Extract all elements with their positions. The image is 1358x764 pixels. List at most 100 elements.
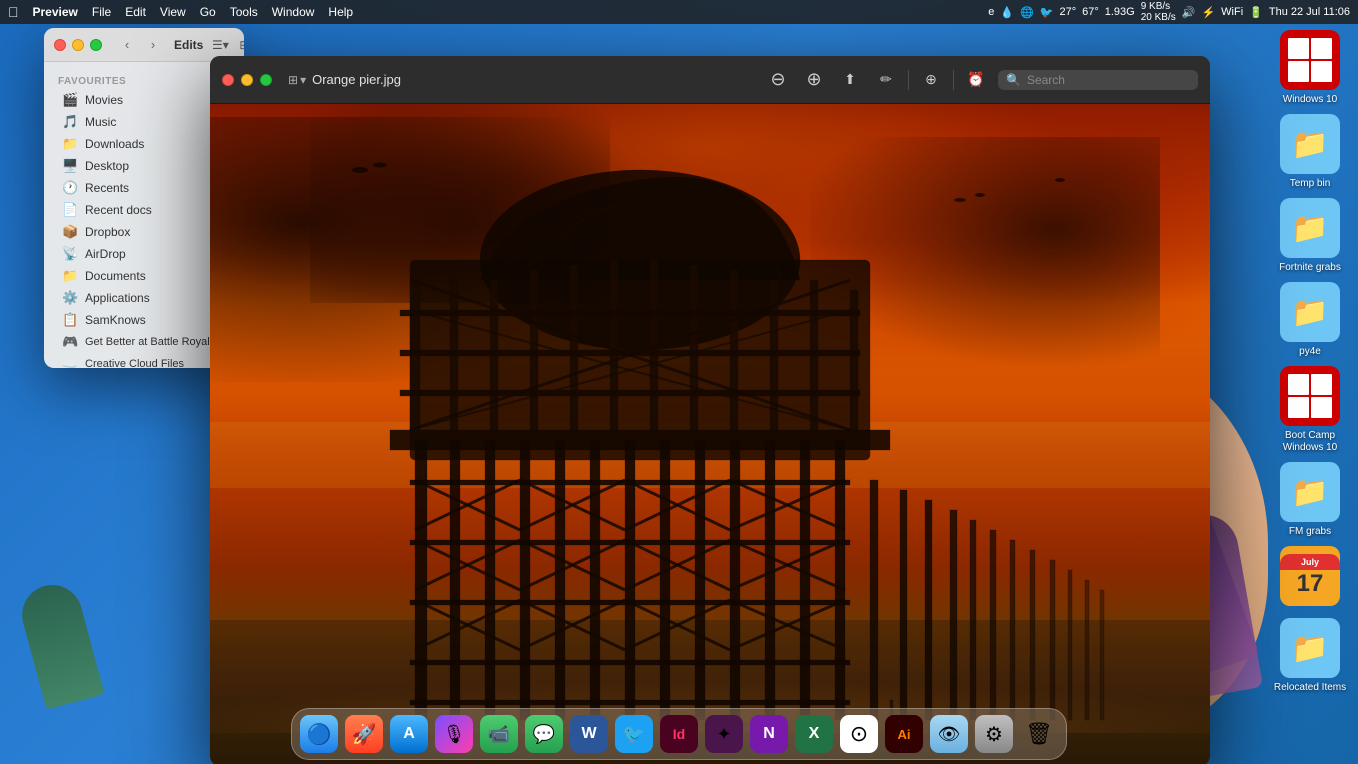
menu-file[interactable]: File	[92, 5, 111, 19]
menu-edit[interactable]: Edit	[125, 5, 146, 19]
preview-search-bar[interactable]: 🔍	[998, 70, 1198, 90]
fm-grabs-label: FM grabs	[1289, 526, 1331, 538]
chevron-down-icon: ▾	[300, 73, 306, 87]
movies-icon: 🎬	[62, 92, 78, 108]
back-button[interactable]: ‹	[116, 34, 138, 56]
desktop-icon-fortnite-grabs[interactable]: 📁 Fortnite grabs	[1270, 198, 1350, 274]
dock: 🔵 🚀 A 🎙 📹 �	[291, 708, 1067, 760]
boot-camp-label: Boot Camp Windows 10	[1270, 430, 1350, 454]
dock-item-facetime[interactable]: 📹	[478, 713, 520, 755]
recents-icon: 🕐	[62, 180, 78, 196]
desktop-icon-calendar[interactable]: July 17	[1270, 546, 1350, 610]
dock-item-illustrator[interactable]: Ai	[883, 713, 925, 755]
toolbar-divider	[908, 70, 909, 90]
preview-window: ⊞▾ Orange pier.jpg ⊖ ⊕ ⬆ ✏ ⊕ ⏰ 🔍	[210, 56, 1210, 764]
dock-item-preferences[interactable]: ⚙	[973, 713, 1015, 755]
close-button[interactable]	[54, 39, 66, 51]
windows10-label: Windows 10	[1283, 94, 1337, 106]
dock-item-chrome[interactable]: ⊙	[838, 713, 880, 755]
downloads-icon: 📁	[62, 136, 78, 152]
menubar-cpu: 67°	[1082, 6, 1099, 18]
applications-icon: ⚙️	[62, 290, 78, 306]
recent-docs-icon: 📄	[62, 202, 78, 218]
menu-tools[interactable]: Tools	[230, 5, 258, 19]
forward-button[interactable]: ›	[142, 34, 164, 56]
share-button[interactable]: ⬆	[836, 66, 864, 94]
dock-item-appstore[interactable]: A	[388, 713, 430, 755]
app-menu-preview[interactable]: Preview	[33, 5, 78, 19]
preview-close-button[interactable]	[222, 74, 234, 86]
dock-item-onenote[interactable]: N	[748, 713, 790, 755]
desktop-icon-fm-grabs[interactable]: 📁 FM grabs	[1270, 462, 1350, 538]
fortnite-icon-img: 📁	[1280, 198, 1340, 258]
fortnite-icon: 🎮	[62, 334, 78, 350]
dock-item-word[interactable]: W	[568, 713, 610, 755]
preview-minimize-button[interactable]	[241, 74, 253, 86]
more-tools-button[interactable]: ⊕	[917, 66, 945, 94]
zoom-out-button[interactable]: ⊖	[764, 66, 792, 94]
menubar-water-icon[interactable]: 💧	[1000, 6, 1014, 19]
desktop-icon-relocated[interactable]: 📁 Relocated Items	[1270, 618, 1350, 694]
relocated-icon-img: 📁	[1280, 618, 1340, 678]
finder-nav: ‹ ›	[116, 34, 164, 56]
view-grid-icon: ⊞	[288, 73, 298, 87]
dock-item-messages[interactable]: 💬	[523, 713, 565, 755]
history-button[interactable]: ⏰	[962, 66, 990, 94]
grid-view-icon[interactable]: ⊞	[233, 34, 244, 56]
menu-go[interactable]: Go	[200, 5, 216, 19]
dropbox-icon: 📦	[62, 224, 78, 240]
desktop-icon-temp-bin[interactable]: 📁 Temp bin	[1270, 114, 1350, 190]
dock-item-twitter[interactable]: 🐦	[613, 713, 655, 755]
menubar-social-icon[interactable]: 🐦	[1040, 6, 1054, 19]
dock-item-finder[interactable]: 🔵	[298, 713, 340, 755]
desktop-icon-windows10[interactable]: Windows 10	[1270, 30, 1350, 106]
dock-item-trash[interactable]: 🗑	[1018, 713, 1060, 755]
preview-image-area	[210, 104, 1210, 764]
fortnite-grabs-label: Fortnite grabs	[1279, 262, 1341, 274]
annotate-button[interactable]: ✏	[872, 66, 900, 94]
temp-bin-icon-img: 📁	[1280, 114, 1340, 174]
menubar-browser-icon[interactable]: e	[988, 6, 994, 18]
dock-item-preview[interactable]: 👁	[928, 713, 970, 755]
pier-svg	[210, 104, 1210, 764]
menu-window[interactable]: Window	[272, 5, 315, 19]
finder-title: Edits	[174, 38, 203, 52]
menubar-volume-icon[interactable]: 🔊	[1182, 6, 1196, 19]
menu-view[interactable]: View	[160, 5, 186, 19]
menubar-temp: 27°	[1059, 6, 1076, 18]
py4e-icon-img: 📁	[1280, 282, 1340, 342]
creative-cloud-icon: ☁️	[62, 356, 78, 368]
desktop-icon-sidebar: 🖥️	[62, 158, 78, 174]
desktop:  Preview File Edit View Go Tools Window…	[0, 0, 1358, 764]
preview-maximize-button[interactable]	[260, 74, 272, 86]
view-toggle-icon[interactable]: ☰▾	[209, 34, 231, 56]
temp-bin-label: Temp bin	[1290, 178, 1331, 190]
desktop-icon-boot-camp[interactable]: Boot Camp Windows 10	[1270, 366, 1350, 454]
window-controls	[54, 39, 102, 51]
boot-camp-icon-img	[1280, 366, 1340, 426]
menu-help[interactable]: Help	[328, 5, 353, 19]
dock-item-launchpad[interactable]: 🚀	[343, 713, 385, 755]
relocated-label: Relocated Items	[1274, 682, 1346, 694]
dock-item-excel[interactable]: X	[793, 713, 835, 755]
preview-view-toggle[interactable]: ⊞▾	[288, 73, 306, 87]
apple-menu[interactable]: 	[8, 4, 19, 20]
dock-item-indesign[interactable]: Id	[658, 713, 700, 755]
menubar-globe-icon[interactable]: 🌐	[1020, 6, 1034, 19]
search-input[interactable]	[1027, 73, 1190, 87]
dock-item-slack[interactable]: ✦	[703, 713, 745, 755]
py4e-label: py4e	[1299, 346, 1321, 358]
airdrop-icon: 📡	[62, 246, 78, 262]
menubar-wifi-icon[interactable]: WiFi	[1221, 6, 1243, 18]
zoom-in-button[interactable]: ⊕	[800, 66, 828, 94]
minimize-button[interactable]	[72, 39, 84, 51]
maximize-button[interactable]	[90, 39, 102, 51]
preview-window-controls	[222, 74, 272, 86]
preview-filename: Orange pier.jpg	[312, 72, 401, 87]
preview-titlebar: ⊞▾ Orange pier.jpg ⊖ ⊕ ⬆ ✏ ⊕ ⏰ 🔍	[210, 56, 1210, 104]
dock-item-siri[interactable]: 🎙	[433, 713, 475, 755]
menubar-battery-icon[interactable]: 🔋	[1249, 6, 1263, 19]
desktop-icon-py4e[interactable]: 📁 py4e	[1270, 282, 1350, 358]
menubar-network: 9 KB/s20 KB/s	[1141, 1, 1176, 23]
menubar-bluetooth-icon[interactable]: ⚡	[1201, 6, 1215, 19]
